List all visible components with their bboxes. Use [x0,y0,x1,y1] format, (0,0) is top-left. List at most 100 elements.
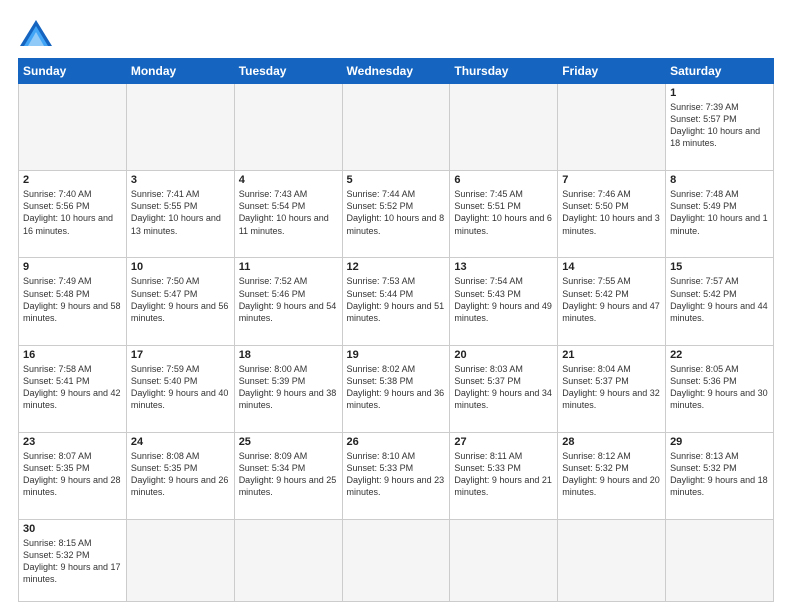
weekday-thursday: Thursday [450,59,558,84]
day-number: 7 [562,174,661,186]
day-number: 20 [454,349,553,361]
week-row-1: 1 Sunrise: 7:39 AM Sunset: 5:57 PM Daylig… [19,84,774,171]
day-info: Sunrise: 8:15 AM Sunset: 5:32 PM Dayligh… [23,537,122,586]
day-info: Sunrise: 8:10 AM Sunset: 5:33 PM Dayligh… [347,450,446,499]
day-info: Sunrise: 8:11 AM Sunset: 5:33 PM Dayligh… [454,450,553,499]
logo [18,18,60,48]
day-cell [234,520,342,602]
day-cell [126,84,234,171]
day-cell: 23 Sunrise: 8:07 AM Sunset: 5:35 PM Dayli… [19,432,127,519]
day-number: 22 [670,349,769,361]
week-row-4: 16 Sunrise: 7:58 AM Sunset: 5:41 PM Dayli… [19,345,774,432]
day-cell: 18 Sunrise: 8:00 AM Sunset: 5:39 PM Dayli… [234,345,342,432]
day-number: 15 [670,261,769,273]
day-info: Sunrise: 7:55 AM Sunset: 5:42 PM Dayligh… [562,275,661,324]
day-info: Sunrise: 7:52 AM Sunset: 5:46 PM Dayligh… [239,275,338,324]
day-number: 11 [239,261,338,273]
day-number: 9 [23,261,122,273]
day-number: 19 [347,349,446,361]
day-info: Sunrise: 8:02 AM Sunset: 5:38 PM Dayligh… [347,363,446,412]
day-cell [558,84,666,171]
day-info: Sunrise: 8:00 AM Sunset: 5:39 PM Dayligh… [239,363,338,412]
day-info: Sunrise: 8:05 AM Sunset: 5:36 PM Dayligh… [670,363,769,412]
weekday-sunday: Sunday [19,59,127,84]
day-info: Sunrise: 7:50 AM Sunset: 5:47 PM Dayligh… [131,275,230,324]
day-info: Sunrise: 7:59 AM Sunset: 5:40 PM Dayligh… [131,363,230,412]
day-info: Sunrise: 7:45 AM Sunset: 5:51 PM Dayligh… [454,188,553,237]
day-cell [126,520,234,602]
weekday-monday: Monday [126,59,234,84]
week-row-3: 9 Sunrise: 7:49 AM Sunset: 5:48 PM Daylig… [19,258,774,345]
day-info: Sunrise: 7:43 AM Sunset: 5:54 PM Dayligh… [239,188,338,237]
day-number: 4 [239,174,338,186]
day-cell: 13 Sunrise: 7:54 AM Sunset: 5:43 PM Dayli… [450,258,558,345]
day-info: Sunrise: 8:07 AM Sunset: 5:35 PM Dayligh… [23,450,122,499]
day-number: 14 [562,261,661,273]
logo-icon [18,18,54,48]
day-cell: 22 Sunrise: 8:05 AM Sunset: 5:36 PM Dayli… [666,345,774,432]
day-cell: 30 Sunrise: 8:15 AM Sunset: 5:32 PM Dayli… [19,520,127,602]
day-cell [450,520,558,602]
day-info: Sunrise: 7:41 AM Sunset: 5:55 PM Dayligh… [131,188,230,237]
day-number: 6 [454,174,553,186]
day-cell: 17 Sunrise: 7:59 AM Sunset: 5:40 PM Dayli… [126,345,234,432]
week-row-2: 2Sunrise: 7:40 AM Sunset: 5:56 PM Daylig… [19,171,774,258]
day-cell [450,84,558,171]
day-cell: 25Sunrise: 8:09 AM Sunset: 5:34 PM Dayli… [234,432,342,519]
day-cell: 8Sunrise: 7:48 AM Sunset: 5:49 PM Daylig… [666,171,774,258]
day-info: Sunrise: 8:09 AM Sunset: 5:34 PM Dayligh… [239,450,338,499]
day-cell: 4 Sunrise: 7:43 AM Sunset: 5:54 PM Daylig… [234,171,342,258]
day-info: Sunrise: 7:49 AM Sunset: 5:48 PM Dayligh… [23,275,122,324]
calendar-table: SundayMondayTuesdayWednesdayThursdayFrid… [18,58,774,602]
day-number: 16 [23,349,122,361]
day-cell [558,520,666,602]
week-row-6: 30 Sunrise: 8:15 AM Sunset: 5:32 PM Dayli… [19,520,774,602]
day-number: 1 [670,87,769,99]
day-info: Sunrise: 8:03 AM Sunset: 5:37 PM Dayligh… [454,363,553,412]
day-cell: 19 Sunrise: 8:02 AM Sunset: 5:38 PM Dayli… [342,345,450,432]
day-number: 23 [23,436,122,448]
day-number: 18 [239,349,338,361]
day-number: 27 [454,436,553,448]
day-number: 21 [562,349,661,361]
day-cell: 15 Sunrise: 7:57 AM Sunset: 5:42 PM Dayli… [666,258,774,345]
day-number: 29 [670,436,769,448]
day-info: Sunrise: 7:46 AM Sunset: 5:50 PM Dayligh… [562,188,661,237]
day-cell: 6 Sunrise: 7:45 AM Sunset: 5:51 PM Daylig… [450,171,558,258]
weekday-header-row: SundayMondayTuesdayWednesdayThursdayFrid… [19,59,774,84]
day-cell: 28Sunrise: 8:12 AM Sunset: 5:32 PM Dayli… [558,432,666,519]
weekday-tuesday: Tuesday [234,59,342,84]
day-number: 17 [131,349,230,361]
day-info: Sunrise: 8:08 AM Sunset: 5:35 PM Dayligh… [131,450,230,499]
day-info: Sunrise: 7:44 AM Sunset: 5:52 PM Dayligh… [347,188,446,237]
day-info: Sunrise: 7:39 AM Sunset: 5:57 PM Dayligh… [670,101,769,150]
day-number: 8 [670,174,769,186]
day-number: 24 [131,436,230,448]
day-cell: 24 Sunrise: 8:08 AM Sunset: 5:35 PM Dayli… [126,432,234,519]
day-info: Sunrise: 7:54 AM Sunset: 5:43 PM Dayligh… [454,275,553,324]
day-cell: 9 Sunrise: 7:49 AM Sunset: 5:48 PM Daylig… [19,258,127,345]
day-cell: 11 Sunrise: 7:52 AM Sunset: 5:46 PM Dayli… [234,258,342,345]
day-cell [342,520,450,602]
header [18,18,774,48]
day-info: Sunrise: 7:58 AM Sunset: 5:41 PM Dayligh… [23,363,122,412]
day-cell: 10 Sunrise: 7:50 AM Sunset: 5:47 PM Dayli… [126,258,234,345]
day-cell: 29Sunrise: 8:13 AM Sunset: 5:32 PM Dayli… [666,432,774,519]
week-row-5: 23 Sunrise: 8:07 AM Sunset: 5:35 PM Dayli… [19,432,774,519]
day-info: Sunrise: 7:40 AM Sunset: 5:56 PM Dayligh… [23,188,122,237]
day-cell: 1 Sunrise: 7:39 AM Sunset: 5:57 PM Daylig… [666,84,774,171]
day-cell: 26 Sunrise: 8:10 AM Sunset: 5:33 PM Dayli… [342,432,450,519]
day-number: 26 [347,436,446,448]
day-cell: 5Sunrise: 7:44 AM Sunset: 5:52 PM Daylig… [342,171,450,258]
day-cell [19,84,127,171]
day-number: 13 [454,261,553,273]
day-number: 30 [23,523,122,535]
day-info: Sunrise: 8:04 AM Sunset: 5:37 PM Dayligh… [562,363,661,412]
day-number: 10 [131,261,230,273]
day-cell [666,520,774,602]
day-info: Sunrise: 7:57 AM Sunset: 5:42 PM Dayligh… [670,275,769,324]
day-cell: 27 Sunrise: 8:11 AM Sunset: 5:33 PM Dayli… [450,432,558,519]
weekday-saturday: Saturday [666,59,774,84]
day-info: Sunrise: 7:53 AM Sunset: 5:44 PM Dayligh… [347,275,446,324]
day-cell [342,84,450,171]
